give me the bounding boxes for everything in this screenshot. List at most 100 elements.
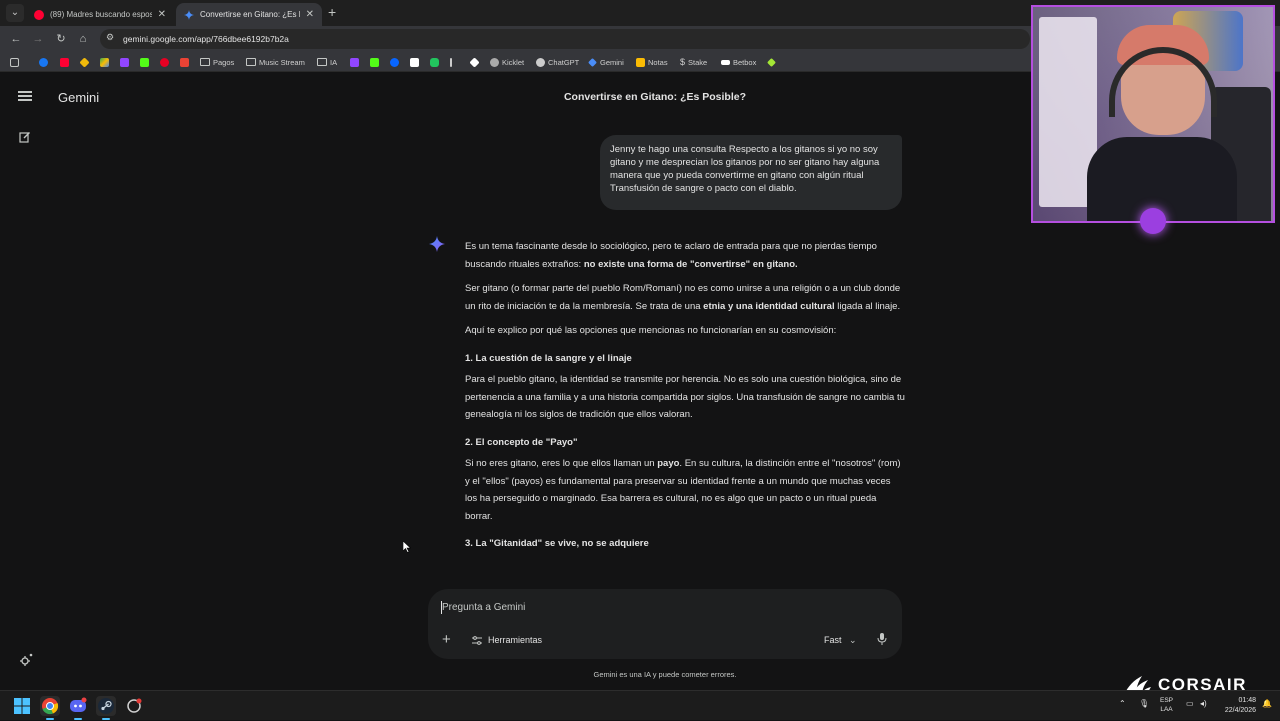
taskbar-chrome[interactable]: [40, 696, 60, 720]
bookmark-facebook[interactable]: [39, 55, 48, 69]
lightning-icon: [767, 57, 776, 67]
microphone-tray-icon[interactable]: 🎙: [1139, 699, 1149, 708]
tiktok-icon: [410, 57, 419, 67]
response-paragraph: Si no eres gitano, eres lo que ellos lla…: [465, 458, 901, 522]
bookmark-tiktok[interactable]: [410, 55, 419, 69]
gemini-icon: [184, 9, 194, 20]
apps-icon[interactable]: [10, 55, 19, 69]
home-icon[interactable]: ⌂: [75, 31, 91, 47]
bookmark-twitch-2[interactable]: [350, 55, 359, 69]
response-paragraph: Es un tema fascinante desde lo sociológi…: [465, 241, 877, 270]
bookmark-kick-2[interactable]: [370, 55, 379, 69]
language-indicator[interactable]: ESP LAA: [1160, 696, 1173, 714]
chatgpt-icon: [536, 57, 545, 67]
taskbar-steam[interactable]: [96, 696, 116, 720]
bookmark-meta[interactable]: [390, 55, 399, 69]
gemini-icon: [588, 57, 597, 67]
meta-icon: [390, 57, 399, 67]
bookmark-diamond[interactable]: [469, 55, 480, 69]
bookmark-youtube[interactable]: [60, 55, 69, 69]
site-info-icon[interactable]: ⚙: [106, 32, 114, 43]
chrome-icon: [42, 698, 59, 715]
windows-taskbar: ⌃ 🎙 ESP LAA ▭ ◂) 01:48 22/4/2026 🔔: [0, 690, 1280, 720]
bookmark-twitch[interactable]: [120, 55, 129, 69]
user-message: Jenny te hago una consulta Respecto a lo…: [600, 135, 902, 210]
stake-icon: $: [680, 57, 686, 67]
prompt-box[interactable]: Pregunta a Gemini + Herramientas Fast ⌄: [428, 589, 902, 659]
volume-icon[interactable]: ◂): [1200, 699, 1207, 708]
tools-icon: [472, 635, 482, 645]
kick-icon: [370, 57, 379, 67]
webcam-overlay: [1031, 5, 1275, 223]
tab-search-button[interactable]: ⌄: [6, 4, 24, 22]
windows-start-icon[interactable]: [12, 696, 32, 716]
bookmark-drive[interactable]: [100, 55, 109, 69]
chat-title: Convertirse en Gitano: ¿Es Posible?: [563, 91, 747, 103]
settings-icon[interactable]: [19, 653, 33, 667]
slash-icon: [450, 57, 452, 67]
bookmark-app[interactable]: [430, 55, 439, 69]
tab-gemini[interactable]: Convertirse en Gitano: ¿Es Posible? ✕: [176, 3, 322, 26]
bookmark-binance[interactable]: [79, 55, 90, 69]
steam-icon: [98, 698, 114, 714]
bookmark-folder-ia[interactable]: IA: [317, 55, 337, 69]
tools-button[interactable]: Herramientas: [472, 635, 542, 645]
reload-icon[interactable]: ↻: [53, 31, 69, 47]
diamond-icon: [469, 56, 480, 68]
menu-icon[interactable]: [18, 91, 32, 101]
discord-icon: [70, 697, 87, 712]
binance-icon: [79, 56, 90, 68]
response-paragraph: Aquí te explico por qué las opciones que…: [465, 325, 837, 336]
bookmark-lightning[interactable]: [767, 55, 776, 69]
bookmark-slash[interactable]: [450, 55, 452, 69]
bookmark-kicklet[interactable]: Kicklet: [490, 55, 524, 69]
bookmark-gemini[interactable]: Gemini: [588, 55, 624, 69]
tab-youtube[interactable]: (89) Madres buscando esposo... ✕: [26, 3, 174, 26]
response-paragraph: Para el pueblo gitano, la identidad se t…: [465, 374, 905, 420]
response-paragraph: Ser gitano (o formar parte del pueblo Ro…: [465, 283, 901, 312]
back-icon[interactable]: ←: [8, 31, 24, 47]
bookmark-folder-pagos[interactable]: Pagos: [200, 55, 234, 69]
scroll-fade: [420, 553, 920, 583]
notification-icon[interactable]: 🔔: [1262, 699, 1272, 708]
bookmark-chatgpt[interactable]: ChatGPT: [536, 55, 579, 69]
microphone-icon[interactable]: [877, 633, 887, 645]
bookmark-stake[interactable]: $ Stake: [680, 55, 707, 69]
taskbar-discord[interactable]: [68, 696, 88, 720]
bookmark-pinterest[interactable]: [160, 55, 169, 69]
clock[interactable]: 01:48 22/4/2026: [1218, 696, 1256, 716]
model-response: Es un tema fascinante desde lo sociológi…: [465, 238, 905, 557]
close-icon[interactable]: ✕: [158, 9, 166, 20]
url-text[interactable]: gemini.google.com/app/766dbee6192b7b2a: [123, 34, 289, 44]
chevron-down-icon: ⌄: [849, 635, 857, 645]
bookmark-folder-music-stream[interactable]: Music Stream: [246, 55, 305, 69]
taskbar-app[interactable]: [124, 696, 144, 716]
tray-overflow-icon[interactable]: ⌃: [1119, 699, 1126, 708]
prompt-input[interactable]: Pregunta a Gemini: [442, 602, 525, 613]
gemini-sparkle-icon: [429, 236, 445, 252]
youtube-icon: [34, 9, 44, 20]
response-heading: 3. La "Gitanidad" se vive, no se adquier…: [465, 538, 649, 549]
model-mode-selector[interactable]: Fast ⌄: [824, 635, 857, 646]
gmail-icon: [180, 57, 189, 67]
add-attachment-icon[interactable]: +: [442, 631, 451, 648]
mouse-cursor-icon: [403, 541, 411, 553]
betbox-icon: [721, 59, 730, 65]
forward-icon[interactable]: →: [30, 31, 46, 47]
response-heading: 2. El concepto de "Payo": [465, 436, 578, 448]
close-icon[interactable]: ✕: [306, 9, 314, 20]
disclaimer-text: Gemini es una IA y puede cometer errores…: [593, 670, 737, 679]
notes-icon: [636, 57, 645, 67]
bookmark-gmail[interactable]: [180, 55, 189, 69]
bookmark-notas[interactable]: Notas: [636, 55, 668, 69]
new-chat-icon[interactable]: [19, 131, 31, 143]
bookmark-betbox[interactable]: Betbox: [721, 55, 756, 69]
address-bar[interactable]: ⚙ gemini.google.com/app/766dbee6192b7b2a: [100, 29, 1030, 49]
facebook-icon: [39, 57, 48, 67]
bookmark-kick[interactable]: [140, 55, 149, 69]
network-icon[interactable]: ▭: [1186, 699, 1194, 708]
tab-title: (89) Madres buscando esposo...: [50, 10, 152, 19]
youtube-icon: [60, 57, 69, 67]
folder-icon: [317, 58, 327, 66]
new-tab-button[interactable]: +: [328, 4, 336, 20]
